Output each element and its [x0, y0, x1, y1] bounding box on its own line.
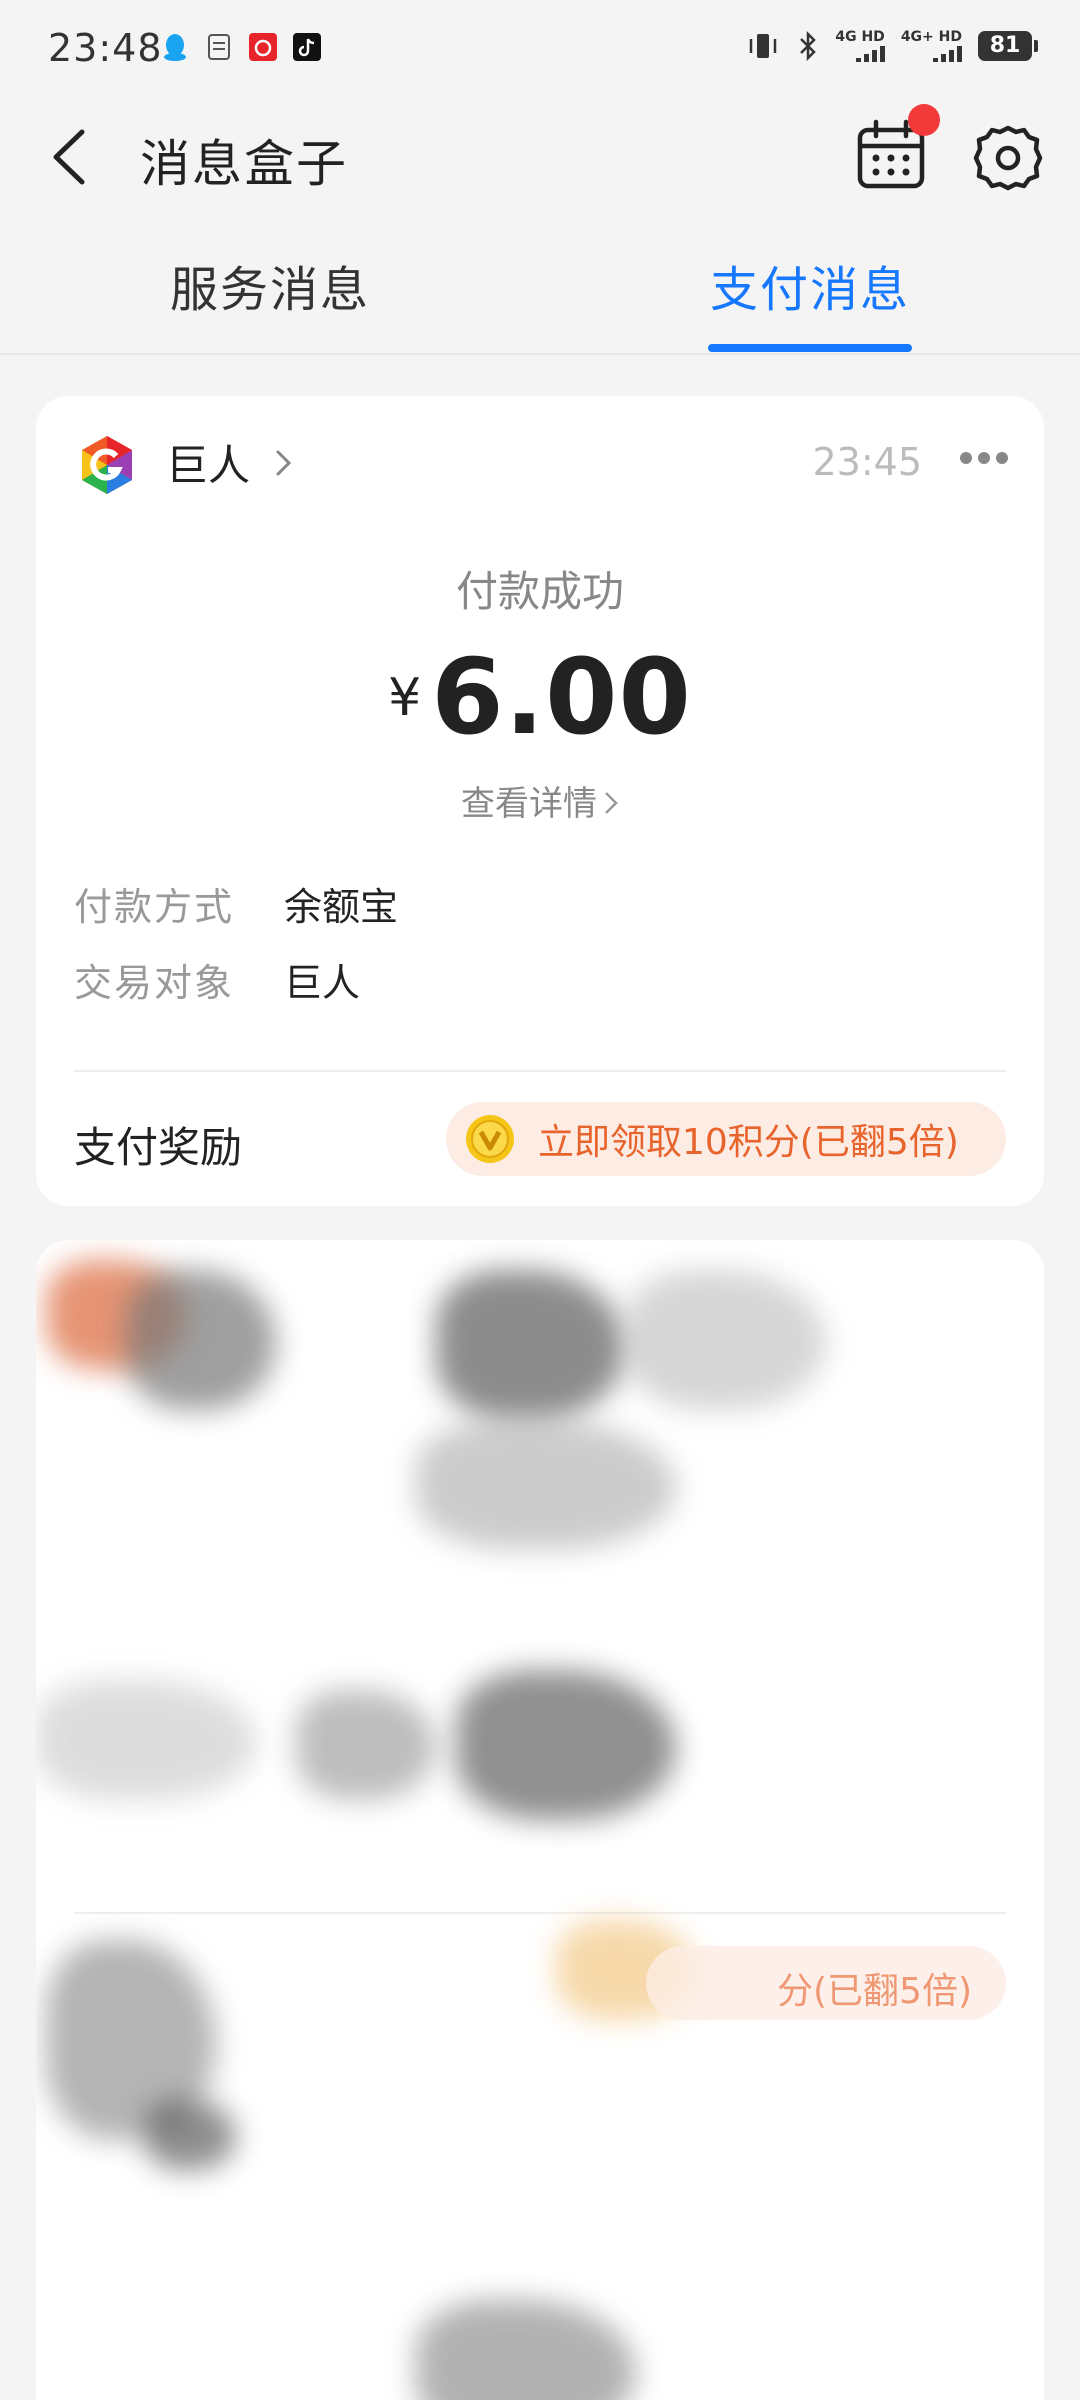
- status-app-icons: [160, 32, 322, 62]
- vibrate-icon: [750, 34, 777, 58]
- payment-status: 付款成功: [455, 567, 624, 616]
- redaction-smudge: [436, 1270, 626, 1420]
- merchant-name[interactable]: 巨人: [166, 432, 250, 493]
- claim-points-label: 立即领取10积分(已翻5倍): [538, 1122, 959, 1163]
- trade-partner-row: 交易对象 巨人: [74, 952, 360, 1007]
- bluetooth-icon: [800, 30, 817, 62]
- signal-sim1: 4G HD: [835, 29, 885, 62]
- redaction-smudge: [296, 1690, 436, 1800]
- points-coin-icon: [466, 1115, 514, 1163]
- obscured-message-card[interactable]: 分(已翻5倍): [36, 1240, 1044, 2400]
- back-arrow-icon[interactable]: [42, 122, 102, 192]
- divider: [74, 1070, 1006, 1072]
- payment-method-label: 付款方式: [74, 885, 235, 929]
- payment-method-value: 余额宝: [284, 885, 399, 929]
- payment-method-row: 付款方式 余额宝: [74, 876, 398, 931]
- merchant-logo-icon: [82, 436, 132, 494]
- app-header: 消息盒子: [0, 100, 1080, 220]
- message-tabs: 服务消息 支付消息: [0, 250, 1080, 355]
- status-bar: 23:48 4G HD 4G+ HD 81: [0, 0, 1080, 100]
- signal-sim2: 4G+ HD: [901, 30, 962, 62]
- notes-icon: [208, 34, 230, 60]
- notification-badge: [908, 104, 940, 136]
- redaction-smudge: [416, 2300, 636, 2400]
- claim-points-button[interactable]: 分(已翻5倍): [646, 1946, 1006, 2020]
- payment-amount: 6.00: [431, 636, 692, 758]
- more-options-icon[interactable]: [960, 452, 1008, 464]
- signal-bars-icon: [855, 44, 885, 62]
- network-label-2: 4G+ HD: [900, 29, 962, 45]
- chevron-right-icon: [605, 792, 618, 814]
- view-details-link[interactable]: 查看详情: [36, 776, 1044, 825]
- reward-label: 支付奖励: [74, 1123, 243, 1172]
- trade-partner-label: 交易对象: [74, 961, 235, 1005]
- page-title: 消息盒子: [140, 135, 348, 193]
- payment-amount-row: ¥6.00: [36, 636, 1044, 758]
- tiktok-icon: [293, 33, 321, 61]
- trade-partner-value: 巨人: [284, 961, 361, 1005]
- network-label-1: 4G HD: [835, 29, 885, 45]
- status-time: 23:48: [48, 26, 163, 70]
- redaction-smudge: [456, 1670, 676, 1820]
- redaction-smudge: [126, 1270, 276, 1410]
- claim-points-label: 分(已翻5倍): [777, 1971, 972, 2012]
- chevron-right-icon[interactable]: [272, 444, 296, 482]
- payment-message-card[interactable]: 巨人 23:45 付款成功 ¥6.00 查看详情 付款方式 余额宝 交易对象 巨人 …: [36, 396, 1044, 1206]
- message-time: 23:45: [812, 440, 922, 484]
- tab-service-messages[interactable]: 服务消息: [170, 250, 370, 320]
- redaction-smudge: [146, 2100, 236, 2170]
- redaction-smudge: [36, 1680, 256, 1800]
- status-indicators: 4G HD 4G+ HD 81: [745, 29, 1038, 62]
- view-details-label: 查看详情: [461, 784, 597, 824]
- qq-icon: [164, 34, 186, 61]
- claim-points-button[interactable]: 立即领取10积分(已翻5倍): [446, 1102, 1006, 1176]
- divider: [74, 1912, 1006, 1914]
- signal-bars-icon: [933, 44, 962, 62]
- currency-symbol: ¥: [388, 668, 422, 728]
- battery-indicator: 81: [978, 31, 1038, 61]
- settings-gear-icon[interactable]: [972, 122, 1044, 194]
- tab-payment-messages[interactable]: 支付消息: [710, 250, 910, 320]
- netease-music-icon: [249, 33, 277, 61]
- active-tab-indicator: [708, 344, 912, 352]
- redaction-smudge: [416, 1420, 676, 1550]
- redaction-smudge: [626, 1270, 826, 1410]
